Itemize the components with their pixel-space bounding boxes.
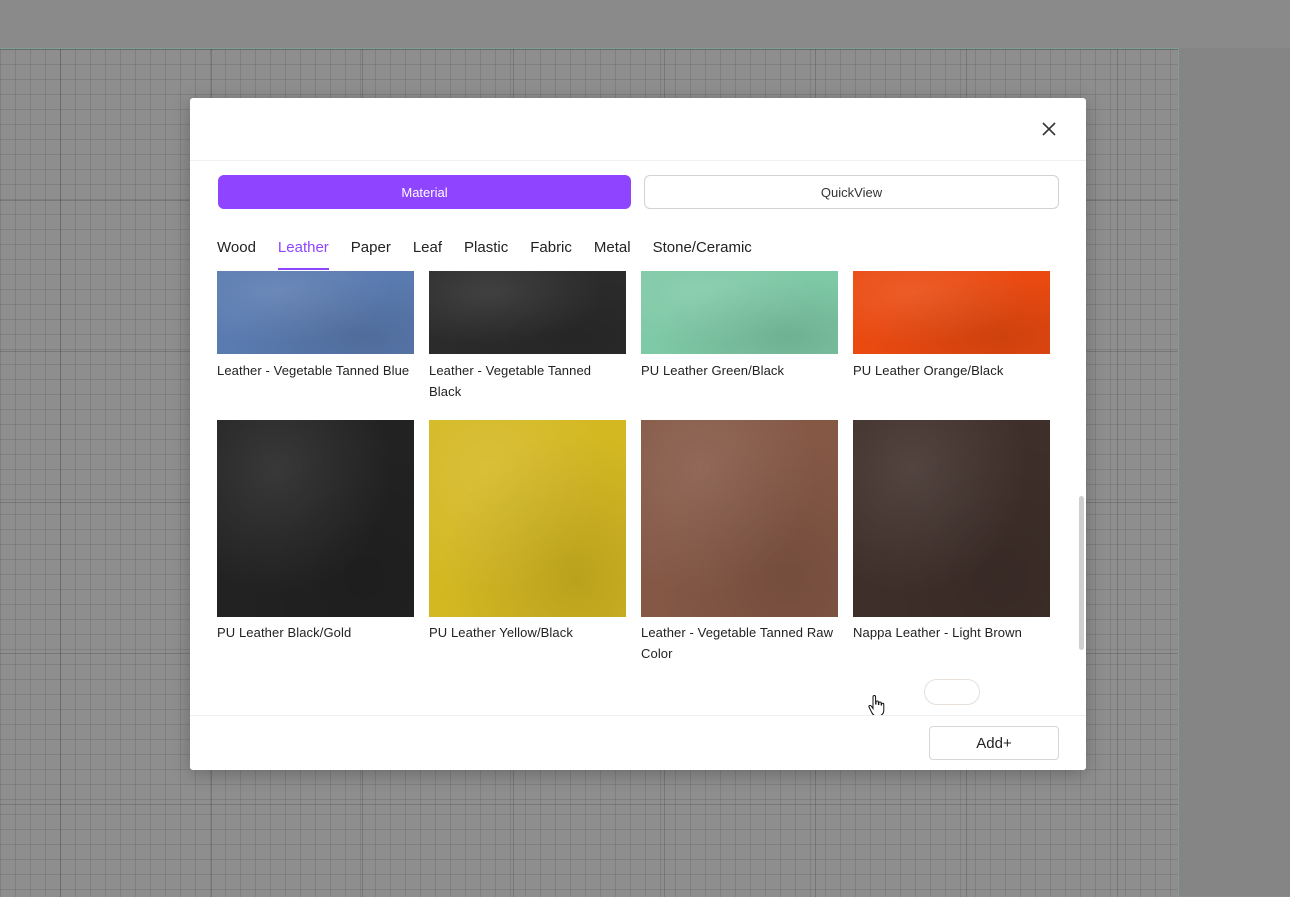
material-swatch [217, 420, 414, 617]
material-swatch [217, 271, 414, 354]
tab-metal[interactable]: Metal [594, 236, 631, 270]
material-card[interactable]: PU Leather Orange/Black [853, 271, 1050, 411]
material-swatch [641, 271, 838, 354]
thickness-badge: 2mm [924, 679, 980, 705]
material-card[interactable]: PU Leather Black/Gold [217, 420, 414, 670]
material-swatch [853, 420, 1050, 617]
material-label: Leather - Vegetable Tanned Raw Color [641, 625, 834, 661]
material-segment-button[interactable]: Material [218, 175, 631, 209]
tab-wood[interactable]: Wood [217, 236, 256, 270]
dialog-footer: Add+ [190, 715, 1086, 770]
material-card[interactable]: Leather - Vegetable Tanned Black [429, 271, 626, 411]
right-panel-edge [1179, 48, 1290, 896]
material-swatch [641, 420, 838, 617]
material-grid[interactable]: Leather - Vegetable Tanned Blue Leather … [190, 271, 1086, 715]
tab-leather[interactable]: Leather [277, 236, 329, 270]
dialog-header [190, 98, 1086, 161]
material-label: Leather - Vegetable Tanned Blue [217, 363, 410, 378]
material-label: PU Leather Orange/Black [853, 363, 1004, 378]
close-icon[interactable] [1038, 118, 1060, 140]
material-swatch [429, 420, 626, 617]
quickview-segment-button[interactable]: QuickView [644, 175, 1059, 209]
material-label: PU Leather Black/Gold [217, 625, 352, 640]
material-card[interactable]: Leather - Vegetable Tanned Raw Color [641, 420, 838, 670]
tab-plastic[interactable]: Plastic [464, 236, 508, 270]
material-library-dialog: Material QuickView Wood Leather Paper Le… [190, 98, 1086, 770]
add-button[interactable]: Add+ [929, 726, 1059, 760]
material-label: PU Leather Yellow/Black [429, 625, 573, 640]
material-label: PU Leather Green/Black [641, 363, 785, 378]
tab-stone-ceramic[interactable]: Stone/Ceramic [653, 236, 752, 270]
hand-cursor-icon [868, 695, 885, 715]
material-swatch [853, 271, 1050, 354]
material-label: Leather - Vegetable Tanned Black [429, 363, 592, 399]
material-label: Nappa Leather - Light Brown [853, 625, 1022, 640]
material-card[interactable]: PU Leather Green/Black [641, 271, 838, 411]
material-category-tabs: Wood Leather Paper Leaf Plastic Fabric M… [217, 236, 774, 270]
material-card[interactable]: PU Leather Yellow/Black [429, 420, 626, 670]
material-swatch [429, 271, 626, 354]
tab-fabric[interactable]: Fabric [530, 236, 572, 270]
material-card[interactable]: Leather - Vegetable Tanned Blue [217, 271, 414, 411]
grid-scrollbar[interactable] [1079, 496, 1084, 650]
tab-leaf[interactable]: Leaf [413, 236, 442, 270]
tab-paper[interactable]: Paper [351, 236, 391, 270]
material-card-hovered[interactable]: Nappa Leather - Light Brown [853, 420, 1050, 670]
